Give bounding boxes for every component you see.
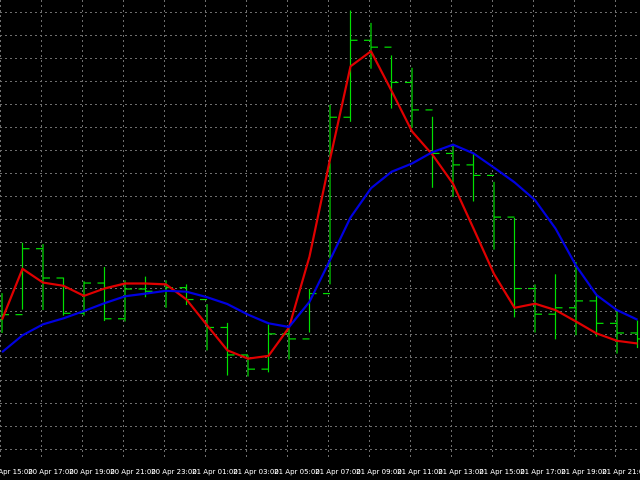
x-tick-label: 21 Apr 13:00: [438, 468, 484, 476]
x-tick-label: 20 Apr 21:00: [110, 468, 156, 476]
price-chart: 20 Apr 15:0020 Apr 17:0020 Apr 19:0020 A…: [0, 0, 640, 480]
x-tick-label: 21 Apr 09:00: [356, 468, 402, 476]
x-tick-label: 21 Apr 15:00: [479, 468, 525, 476]
x-tick-label: 21 Apr 21:00: [602, 468, 640, 476]
x-tick-label: 21 Apr 01:00: [192, 468, 238, 476]
x-axis-labels: 20 Apr 15:0020 Apr 17:0020 Apr 19:0020 A…: [0, 468, 640, 476]
x-tick-label: 20 Apr 17:00: [28, 468, 74, 476]
x-tick-label: 20 Apr 19:00: [69, 468, 115, 476]
x-tick-label: 20 Apr 23:00: [151, 468, 197, 476]
chart-background: [0, 0, 640, 480]
x-tick-label: 21 Apr 03:00: [233, 468, 279, 476]
x-tick-label: 21 Apr 17:00: [520, 468, 566, 476]
x-tick-label: 21 Apr 07:00: [315, 468, 361, 476]
x-tick-label: 21 Apr 05:00: [274, 468, 320, 476]
x-tick-label: 21 Apr 19:00: [561, 468, 607, 476]
x-tick-label: 21 Apr 11:00: [397, 468, 443, 476]
